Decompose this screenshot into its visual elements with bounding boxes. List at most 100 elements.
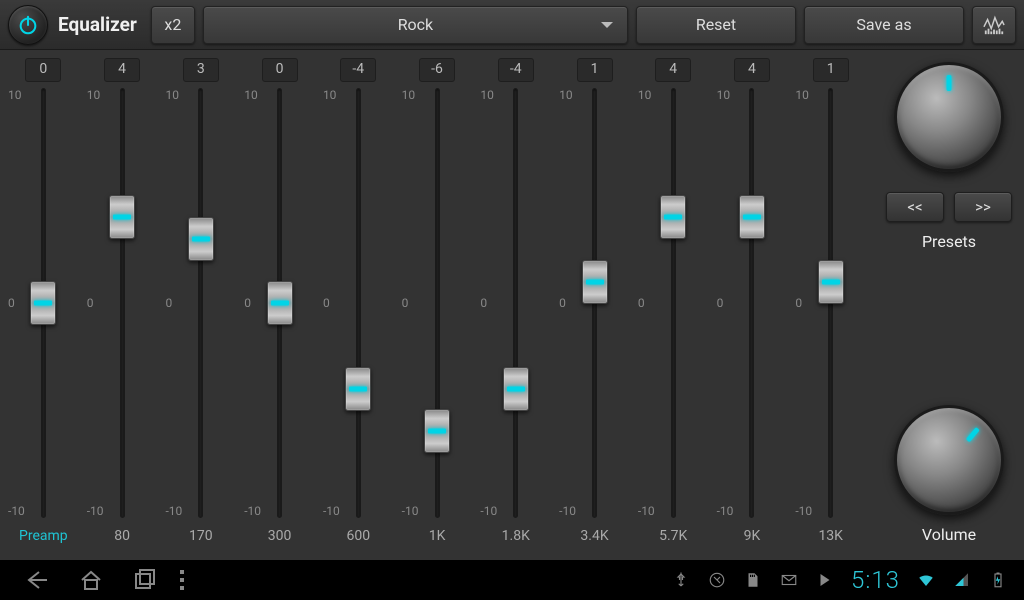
slider-track-area: 100-10 <box>634 88 713 518</box>
slider-thumb[interactable] <box>818 260 844 304</box>
preset-knob[interactable] <box>894 62 1004 172</box>
band-value: 1 <box>577 58 613 82</box>
usb-icon <box>671 570 691 590</box>
slider-thumb[interactable] <box>30 281 56 325</box>
home-icon <box>79 568 103 592</box>
android-system-bar: 5:13 <box>0 560 1024 600</box>
preset-next-button[interactable]: >> <box>954 192 1012 222</box>
scale-min: -10 <box>165 504 182 518</box>
band-frequency: 3.4K <box>580 528 608 556</box>
gmail-icon <box>779 570 799 590</box>
slider-track[interactable] <box>513 88 518 518</box>
preset-prev-button[interactable]: << <box>886 192 944 222</box>
eq-band-3.4K: 1 10 0 -10 3.4K <box>555 58 634 556</box>
scale-max: 10 <box>480 88 494 102</box>
scale-max: 10 <box>323 88 337 102</box>
wifi-icon <box>916 570 936 590</box>
scale-mid: 0 <box>8 296 15 310</box>
band-frequency: 9K <box>744 528 761 556</box>
scale-min: -10 <box>87 504 104 518</box>
band-frequency: 300 <box>268 528 292 556</box>
recent-apps-button[interactable] <box>132 567 158 593</box>
preset-nav: << >> <box>886 192 1012 222</box>
eq-band-300: 0100-10300 <box>240 58 319 556</box>
scale-max: 10 <box>402 88 416 102</box>
slider-thumb[interactable] <box>582 260 608 304</box>
slider-track[interactable] <box>198 88 203 518</box>
scale-mid: 0 <box>165 296 172 310</box>
slider-track-area: 100-10 <box>319 88 398 518</box>
home-button[interactable] <box>78 567 104 593</box>
eq-band-13K: 1100-1013K <box>791 58 870 556</box>
play-store-icon <box>815 570 835 590</box>
scale-mid: 0 <box>480 296 487 310</box>
slider-track-area: 100-10 <box>713 88 792 518</box>
back-icon <box>25 568 49 592</box>
band-value: -6 <box>419 58 455 82</box>
band-frequency: 5.7K <box>659 528 687 556</box>
slider-track[interactable] <box>41 88 46 518</box>
slider-track[interactable] <box>592 88 597 518</box>
band-value: 4 <box>655 58 691 82</box>
save-as-button[interactable]: Save as <box>804 6 964 44</box>
spectrum-icon <box>983 14 1005 36</box>
slider-track-area: 10 0 -10 <box>83 88 162 518</box>
scale-mid: 0 <box>559 296 566 310</box>
eq-band-1K: -6100-101K <box>398 58 477 556</box>
scale-max: 10 <box>559 88 573 102</box>
back-button[interactable] <box>24 567 50 593</box>
scale-mid: 0 <box>323 296 330 310</box>
slider-track[interactable] <box>435 88 440 518</box>
spectrum-view-button[interactable] <box>972 6 1016 44</box>
knob-indicator <box>947 75 952 91</box>
eq-band-170: 3100-10170 <box>161 58 240 556</box>
knob-indicator <box>966 427 980 442</box>
band-frequency: 600 <box>347 528 371 556</box>
scale-max: 10 <box>717 88 731 102</box>
slider-thumb[interactable] <box>424 409 450 453</box>
slider-thumb[interactable] <box>267 281 293 325</box>
eq-band-600: -4100-10600 <box>319 58 398 556</box>
slider-track-area: 100-10 <box>4 88 83 518</box>
scale-min: -10 <box>559 504 576 518</box>
band-value: -4 <box>340 58 376 82</box>
slider-track[interactable] <box>671 88 676 518</box>
slider-thumb[interactable] <box>503 367 529 411</box>
menu-button[interactable] <box>180 570 184 590</box>
band-value: 0 <box>25 58 61 82</box>
slider-track[interactable] <box>120 88 125 518</box>
slider-thumb[interactable] <box>109 195 135 239</box>
slider-track[interactable] <box>749 88 754 518</box>
scale-max: 10 <box>638 88 652 102</box>
slider-track[interactable] <box>277 88 282 518</box>
band-frequency: 170 <box>189 528 213 556</box>
reset-button[interactable]: Reset <box>636 6 796 44</box>
slider-track[interactable] <box>356 88 361 518</box>
slider-thumb[interactable] <box>739 195 765 239</box>
volume-knob[interactable] <box>894 405 1004 515</box>
scale-max: 10 <box>87 88 101 102</box>
scale-max: 10 <box>244 88 258 102</box>
scale-min: -10 <box>8 504 25 518</box>
slider-thumb[interactable] <box>660 195 686 239</box>
slider-thumb[interactable] <box>345 367 371 411</box>
presets-label: Presets <box>922 232 976 251</box>
scale-mid: 0 <box>87 296 94 310</box>
app-title: Equalizer <box>58 13 137 36</box>
eq-band-1.8K: -4100-101.8K <box>476 58 555 556</box>
eq-band-5.7K: 4 100-10 5.7K <box>634 58 713 556</box>
preamp-band: 0100-10Preamp <box>4 58 83 556</box>
slider-track[interactable] <box>828 88 833 518</box>
scale-max: 10 <box>165 88 179 102</box>
band-frequency: 80 <box>114 528 130 556</box>
scale-min: -10 <box>638 504 655 518</box>
right-panel: << >> Presets Volume <box>874 50 1024 560</box>
slider-thumb[interactable] <box>188 217 214 261</box>
power-icon <box>17 14 39 36</box>
scale-min: -10 <box>795 504 812 518</box>
preset-dropdown[interactable]: Rock <box>203 6 628 44</box>
power-button[interactable] <box>8 5 48 45</box>
system-tray[interactable]: 5:13 <box>671 566 1024 594</box>
x2-button[interactable]: x2 <box>151 6 195 44</box>
band-value: -4 <box>498 58 534 82</box>
